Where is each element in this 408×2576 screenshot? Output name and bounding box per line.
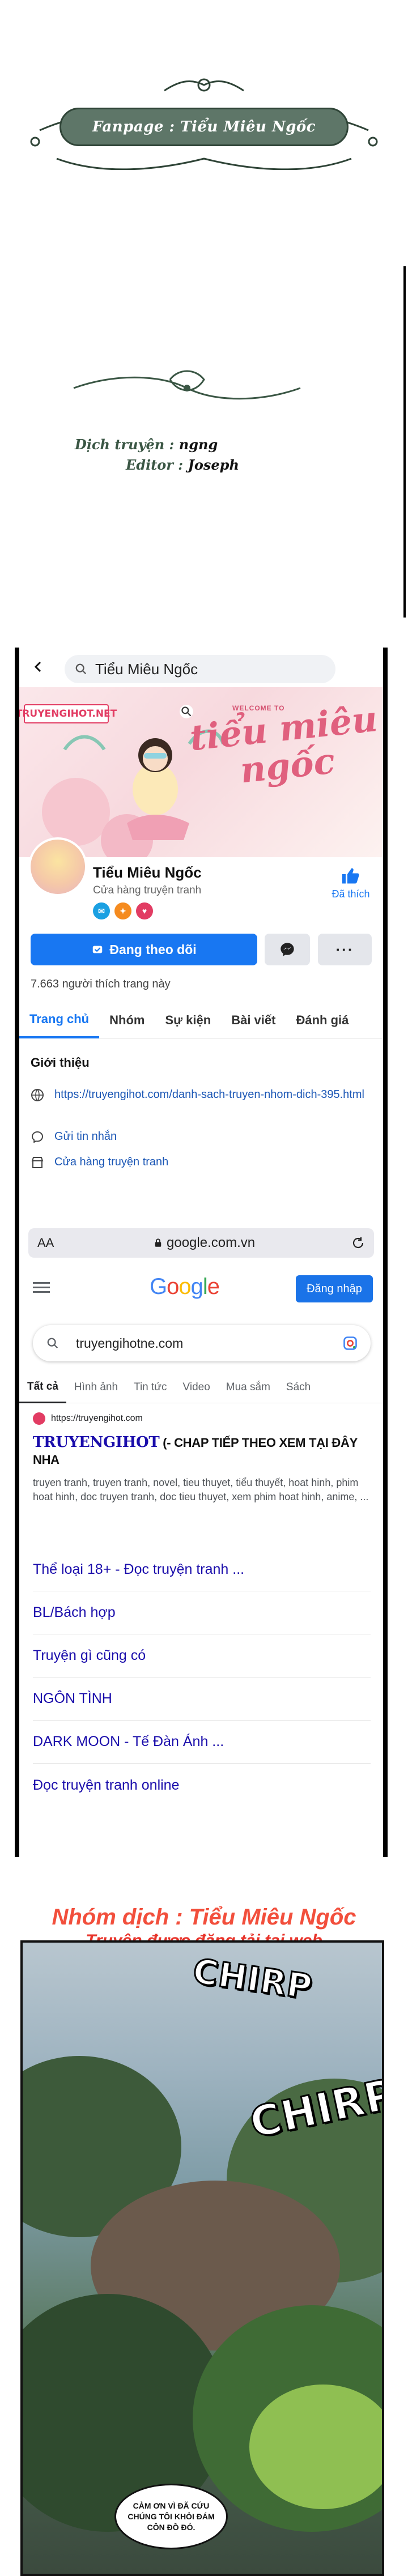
globe-icon — [31, 1089, 44, 1101]
editor-credit: Editor : Joseph — [126, 457, 239, 473]
heart-badge-icon[interactable]: ♥ — [136, 902, 153, 919]
search-icon — [47, 1338, 58, 1349]
cover-logo-text: TRUYENGIHOT.NET — [19, 708, 117, 719]
sitelink-item[interactable]: BL/Bách hợp — [33, 1591, 371, 1634]
phone-screenshot: Tiểu Miêu Ngốc TRUYENGIHOT.NET WELCOME T… — [15, 648, 388, 1857]
tab-groups[interactable]: Nhóm — [99, 1002, 155, 1038]
thumbs-up-icon — [342, 868, 359, 884]
google-tab-video[interactable]: Video — [175, 1372, 218, 1403]
intro-message[interactable]: Gửi tin nhắn — [31, 1129, 377, 1144]
messenger-outline-icon — [31, 1131, 44, 1143]
page-name[interactable]: Tiểu Miêu Ngốc — [93, 864, 202, 882]
search-query: truyengihotne.com — [76, 1335, 184, 1351]
translator-credit: Dịch truyện : ngng — [75, 436, 218, 453]
page-badges: ✉ ✦ ♥ — [93, 902, 153, 919]
fanpage-label: Fanpage : Tiểu Miêu Ngốc — [92, 118, 316, 135]
like-label: Đã thích — [332, 888, 370, 900]
editor-label: Editor : — [126, 457, 184, 473]
facebook-topbar: Tiểu Miêu Ngốc — [19, 648, 383, 687]
page-category: Cửa hàng truyện tranh — [93, 884, 202, 896]
google-logo[interactable]: Google — [150, 1274, 220, 1300]
ornament-scroll-icon — [73, 370, 301, 400]
sitelink-item[interactable]: NGÔN TÌNH — [33, 1677, 371, 1721]
shop-icon — [31, 1157, 44, 1168]
intro-shop-label[interactable]: Cửa hàng truyện tranh — [54, 1155, 377, 1170]
menu-icon[interactable] — [33, 1281, 50, 1295]
search-icon — [75, 663, 87, 675]
browser-url-bar[interactable]: AA google.com.vn — [28, 1228, 374, 1258]
page-tabs: Trang chủ Nhóm Sự kiện Bài viết Đánh giá — [19, 1002, 383, 1038]
google-tab-shopping[interactable]: Mua sắm — [218, 1372, 278, 1403]
comic-page: Nhóm dịch : Tiểu Miêu Ngốc Truyện được đ… — [0, 1870, 408, 2576]
google-tab-images[interactable]: Hình ảnh — [66, 1372, 126, 1403]
google-header: Google Đăng nhập — [19, 1265, 383, 1310]
signin-button[interactable]: Đăng nhập — [296, 1275, 373, 1302]
result-title-text: TRUYENGIHOT — [33, 1434, 160, 1451]
cover-logo: TRUYENGIHOT.NET — [19, 704, 117, 723]
tab-reviews[interactable]: Đánh giá — [286, 1002, 359, 1038]
comic-panel: CHIRP CHIRP CẢM ƠN VÌ ĐÃ CỨU CHÚNG TÔI K… — [20, 1940, 384, 2576]
messenger-badge-icon[interactable]: ✉ — [93, 902, 110, 919]
credits-staff: Dịch truyện : ngng Editor : Joseph — [0, 363, 408, 499]
sitelink-item[interactable]: DARK MOON - Tế Đàn Ánh ... — [33, 1721, 371, 1764]
search-text: Tiểu Miêu Ngốc — [95, 660, 198, 678]
speech-bubble: CẢM ƠN VÌ ĐÃ CỨU CHÚNG TÔI KHỎI ĐÁM CÔN … — [114, 2484, 228, 2549]
messenger-icon — [280, 943, 294, 956]
like-status[interactable]: Đã thích — [328, 866, 373, 900]
sitelinks-list: Thể loại 18+ - Đọc truyện tranh ... BL/B… — [33, 1548, 371, 1807]
intro-shop[interactable]: Cửa hàng truyện tranh — [31, 1155, 377, 1170]
intro-message-label[interactable]: Gửi tin nhắn — [54, 1129, 377, 1144]
url-display[interactable]: google.com.vn — [153, 1235, 255, 1251]
google-tabs: Tất cả Hình ảnh Tin tức Video Mua sắm Sá… — [19, 1372, 383, 1403]
lock-icon — [155, 1238, 162, 1247]
sitelink-item[interactable]: Thể loại 18+ - Đọc truyện tranh ... — [33, 1548, 371, 1591]
url-text: google.com.vn — [167, 1235, 256, 1250]
facebook-search-bar[interactable]: Tiểu Miêu Ngốc — [65, 655, 335, 683]
result-title[interactable]: TRUYENGIHOT (- CHAP TIẾP THEO XEM TẠI ĐÂ… — [33, 1434, 373, 1468]
google-lens-icon[interactable] — [342, 1335, 358, 1351]
reload-icon[interactable] — [351, 1236, 365, 1250]
result-snippet: truyen tranh, truyen tranh, novel, tieu … — [33, 1477, 369, 1502]
tab-posts[interactable]: Bài viết — [221, 1002, 286, 1038]
following-icon — [93, 946, 103, 953]
fire-badge-icon[interactable]: ✦ — [114, 902, 131, 919]
more-button[interactable]: ··· — [318, 934, 372, 965]
google-tab-news[interactable]: Tin tức — [126, 1372, 175, 1403]
translation-team: Nhóm dịch : Tiểu Miêu Ngốc — [52, 1905, 356, 1930]
result-site[interactable]: https://truyengihot.com — [33, 1412, 373, 1425]
site-favicon-icon — [33, 1412, 45, 1425]
search-result: https://truyengihot.com TRUYENGIHOT (- C… — [33, 1412, 373, 1504]
page-avatar[interactable] — [28, 837, 87, 896]
text-size-button[interactable]: AA — [37, 1236, 54, 1250]
follow-label: Đang theo dõi — [109, 942, 197, 957]
google-tab-all[interactable]: Tất cả — [19, 1372, 66, 1403]
speech-text: CẢM ƠN VÌ ĐÃ CỨU CHÚNG TÔI KHỎI ĐÁM CÔN … — [128, 2501, 215, 2532]
tab-home[interactable]: Trang chủ — [19, 1002, 100, 1038]
back-arrow-icon[interactable] — [32, 660, 45, 674]
follow-button[interactable]: Đang theo dõi — [31, 934, 257, 965]
intro-title: Giới thiệu — [31, 1055, 90, 1070]
intro-website[interactable]: https://truyengihot.com/danh-sach-truyen… — [31, 1087, 377, 1102]
message-button[interactable] — [265, 934, 310, 965]
translator-value: ngng — [178, 436, 218, 453]
cover-title: tiểu miêu ngốc — [188, 698, 380, 791]
google-search-box[interactable]: truyengihotne.com — [33, 1325, 371, 1361]
sitelink-item[interactable]: Đọc truyện tranh online — [33, 1764, 371, 1807]
page-likes-count: 7.663 người thích trang này — [31, 978, 171, 990]
cover-photo[interactable]: TRUYENGIHOT.NET WELCOME TO tiểu miêu ngố… — [19, 687, 383, 857]
result-url: https://truyengihot.com — [51, 1413, 143, 1423]
credits-header: Fanpage : Tiểu Miêu Ngốc — [0, 0, 408, 181]
fanpage-banner: Fanpage : Tiểu Miêu Ngốc — [60, 108, 348, 146]
sitelink-item[interactable]: Truyện gì cũng có — [33, 1634, 371, 1677]
editor-value: Joseph — [188, 457, 239, 473]
tab-events[interactable]: Sự kiện — [155, 1002, 221, 1038]
sound-effect: CHIRP — [190, 1951, 316, 2008]
google-tab-books[interactable]: Sách — [278, 1372, 318, 1403]
intro-link[interactable]: https://truyengihot.com/danh-sach-truyen… — [54, 1087, 377, 1102]
translator-label: Dịch truyện : — [75, 436, 175, 453]
